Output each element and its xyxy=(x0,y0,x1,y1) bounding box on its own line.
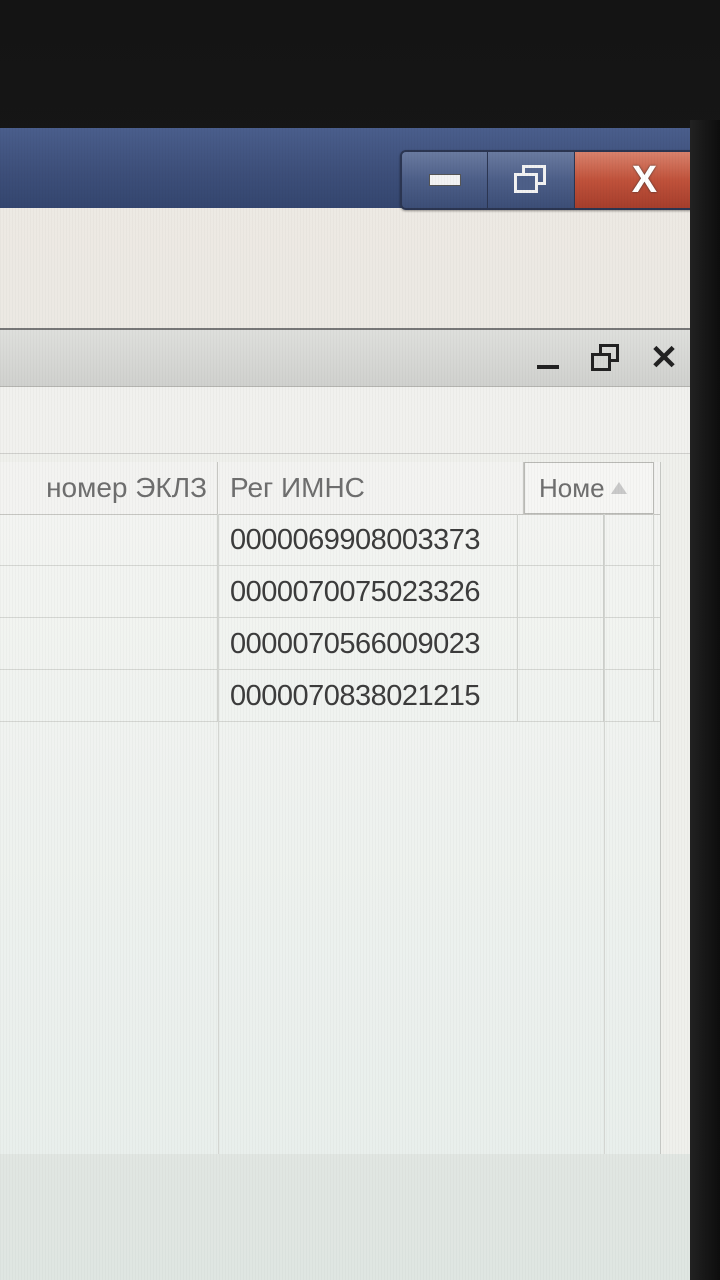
table-row[interactable]: 0000070566009023 xyxy=(0,618,660,670)
cell-reg-imns[interactable]: 0000069908003373 xyxy=(218,514,518,566)
child-restore-button[interactable] xyxy=(586,338,626,378)
photo-stage: X ✕ номер ЭКЛЗ Рег ИМНС Номе 00000699080… xyxy=(0,0,720,1280)
table-row[interactable]: 0000069908003373 xyxy=(0,514,660,566)
column-header-label: Номе xyxy=(539,472,605,503)
column-header-label: Рег ИМНС xyxy=(230,472,365,503)
cell-nomer[interactable] xyxy=(518,618,604,670)
column-header-label: номер ЭКЛЗ xyxy=(46,472,207,503)
cell-ekpz[interactable] xyxy=(0,618,218,670)
cell-nomer[interactable] xyxy=(518,566,604,618)
table-row[interactable]: 0000070838021215 xyxy=(0,670,660,722)
child-window: ✕ номер ЭКЛЗ Рег ИМНС Номе 0000069908003… xyxy=(0,328,694,1154)
main-minimize-button[interactable] xyxy=(402,152,489,208)
column-header-ekpz-number[interactable]: номер ЭКЛЗ xyxy=(0,462,218,514)
cell-ekpz[interactable] xyxy=(0,670,218,722)
cell-reg-imns[interactable]: 0000070566009023 xyxy=(218,618,518,670)
child-minimize-button[interactable] xyxy=(528,338,568,378)
main-restore-button[interactable] xyxy=(488,152,575,208)
cell-reg-imns[interactable]: 0000070075023326 xyxy=(218,566,518,618)
close-icon: ✕ xyxy=(649,339,679,377)
grid-header: номер ЭКЛЗ Рег ИМНС Номе xyxy=(0,462,660,515)
monitor-bezel xyxy=(690,120,720,1280)
minimize-icon xyxy=(537,365,559,369)
child-close-button[interactable]: ✕ xyxy=(644,338,684,378)
child-window-controls: ✕ xyxy=(528,338,684,378)
main-window-titlebar: X xyxy=(0,128,716,210)
column-header-reg-imns[interactable]: Рег ИМНС xyxy=(218,462,524,514)
column-divider xyxy=(218,514,219,1154)
column-divider xyxy=(604,514,605,1154)
sort-ascending-icon xyxy=(610,482,627,494)
child-toolbar xyxy=(0,387,694,454)
cell-ekpz[interactable] xyxy=(0,514,218,566)
cell-ekpz[interactable] xyxy=(0,566,218,618)
cell-reg-imns[interactable]: 0000070838021215 xyxy=(218,670,518,722)
cell-nomer[interactable] xyxy=(518,514,604,566)
cell-extra[interactable] xyxy=(604,514,654,566)
main-window-controls: X xyxy=(400,150,716,210)
cell-extra[interactable] xyxy=(604,566,654,618)
restore-icon xyxy=(591,344,621,372)
cell-nomer[interactable] xyxy=(518,670,604,722)
cell-extra[interactable] xyxy=(604,618,654,670)
data-grid[interactable]: номер ЭКЛЗ Рег ИМНС Номе 000006990800337… xyxy=(0,462,661,1154)
minimize-icon xyxy=(428,174,461,186)
column-header-nomer[interactable]: Номе xyxy=(524,462,654,514)
cell-extra[interactable] xyxy=(604,670,654,722)
close-icon: X xyxy=(631,159,658,201)
restore-icon xyxy=(514,165,548,195)
table-row[interactable]: 0000070075023326 xyxy=(0,566,660,618)
child-window-titlebar: ✕ xyxy=(0,330,694,387)
